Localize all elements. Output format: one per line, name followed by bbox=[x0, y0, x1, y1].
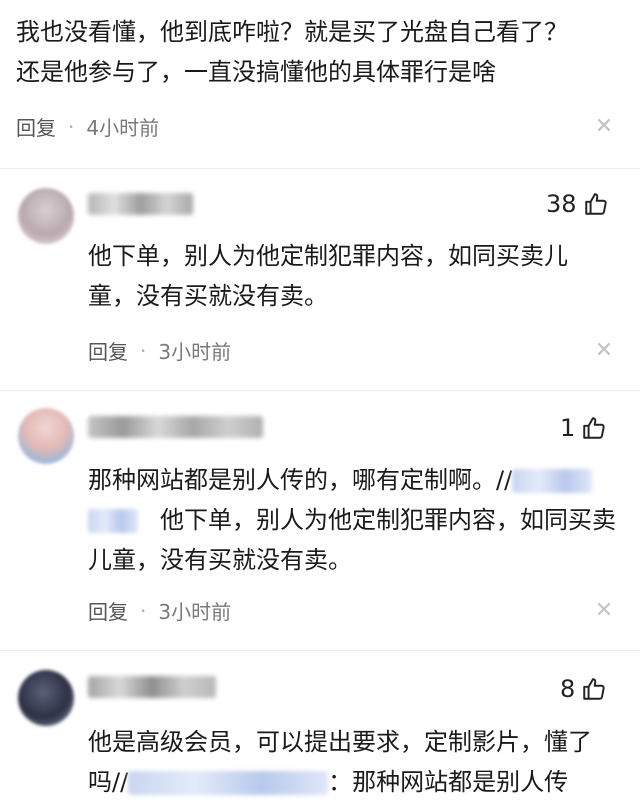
comment-text: 他下单，别人为他定制犯罪内容，如同买卖儿童，没有买就没有卖。 bbox=[88, 242, 568, 310]
top-comment-meta: 回复 · 4小时前 bbox=[16, 112, 159, 141]
reply-button[interactable]: 回复 bbox=[88, 596, 128, 625]
avatar[interactable] bbox=[18, 670, 74, 726]
separator-dot: · bbox=[68, 114, 75, 139]
separator-dot: · bbox=[140, 338, 147, 363]
divider bbox=[0, 390, 640, 391]
comment-text: 他是高级会员，可以提出要求，定制影片，懂了吗//：那种网站都是别人传 bbox=[88, 722, 608, 802]
reply-button[interactable]: 回复 bbox=[88, 336, 128, 365]
close-icon[interactable]: ✕ bbox=[592, 114, 616, 139]
mention-blurred[interactable] bbox=[88, 509, 138, 533]
comment-time: 3小时前 bbox=[158, 600, 232, 624]
like-button[interactable]: 8 bbox=[560, 675, 607, 703]
close-icon[interactable]: ✕ bbox=[592, 598, 616, 623]
like-count: 1 bbox=[560, 414, 576, 442]
comment-text-part2: ：那种网站都是别人传 bbox=[328, 768, 569, 796]
thumbs-up-icon bbox=[584, 193, 607, 215]
avatar[interactable] bbox=[18, 408, 74, 464]
top-comment-line2: 还是他参与了，一直没搞懂他的具体罪行是啥 bbox=[16, 58, 496, 86]
like-count: 8 bbox=[560, 675, 576, 703]
comment-text: 那种网站都是别人传的，哪有定制啊。// 他下单，别人为他定制犯罪内容，如同买卖儿童… bbox=[88, 460, 618, 580]
thumbs-up-icon bbox=[583, 678, 605, 700]
thumbs-up-icon bbox=[583, 417, 605, 439]
like-button[interactable]: 38 bbox=[546, 190, 609, 218]
mention-blurred[interactable] bbox=[128, 771, 329, 795]
mention-blurred[interactable] bbox=[512, 469, 593, 493]
like-count: 38 bbox=[546, 190, 577, 218]
divider bbox=[0, 168, 640, 169]
top-comment-line1: 我也没看懂，他到底咋啦？就是买了光盘自己看了？ bbox=[16, 18, 568, 46]
comment-meta: 回复 · 3小时前 bbox=[88, 596, 231, 625]
username-blurred[interactable] bbox=[88, 193, 193, 215]
divider bbox=[0, 650, 640, 651]
like-button[interactable]: 1 bbox=[560, 414, 607, 442]
separator-dot: · bbox=[140, 598, 147, 623]
top-comment-text: 我也没看懂，他到底咋啦？就是买了光盘自己看了？ 还是他参与了，一直没搞懂他的具体… bbox=[16, 12, 628, 92]
username-blurred[interactable] bbox=[88, 416, 263, 438]
reply-button[interactable]: 回复 bbox=[16, 112, 56, 141]
close-icon[interactable]: ✕ bbox=[592, 338, 616, 363]
comment-time: 3小时前 bbox=[158, 340, 232, 364]
username-blurred[interactable] bbox=[88, 676, 216, 698]
comment-time: 4小时前 bbox=[86, 116, 160, 140]
comment-meta: 回复 · 3小时前 bbox=[88, 336, 231, 365]
comment-text-part2: 他下单，别人为他定制犯罪内容，如同买卖儿童，没有买就没有卖。 bbox=[88, 506, 616, 574]
comment-text-part1: 那种网站都是别人传的，哪有定制啊。// bbox=[88, 466, 513, 494]
avatar[interactable] bbox=[18, 188, 74, 244]
